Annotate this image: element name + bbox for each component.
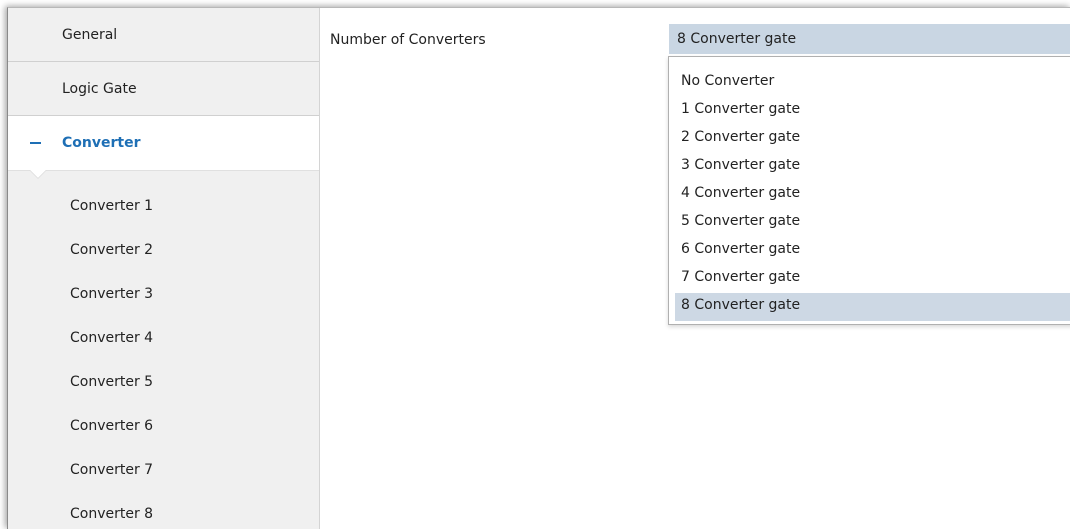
sidebar-subitem-converter-3[interactable]: Converter 3 bbox=[8, 272, 319, 316]
option-7-converter-gate[interactable]: 7 Converter gate bbox=[675, 265, 1070, 293]
sidebar-subitem-converter-7[interactable]: Converter 7 bbox=[8, 448, 319, 492]
sidebar-subitem-label: Converter 8 bbox=[70, 506, 154, 522]
sidebar-subitem-label: Converter 7 bbox=[70, 462, 154, 478]
sidebar-subitem-converter-2[interactable]: Converter 2 bbox=[8, 228, 319, 272]
sidebar-item-label: Converter bbox=[62, 135, 141, 151]
sidebar-subitem-label: Converter 6 bbox=[70, 418, 154, 434]
parameter-window: General Logic Gate Converter Converter 1… bbox=[7, 7, 1070, 529]
sidebar-subitem-label: Converter 2 bbox=[70, 242, 154, 258]
sidebar-subitem-label: Converter 4 bbox=[70, 330, 154, 346]
parameter-panel: Number of Converters 8 Converter gate No… bbox=[320, 8, 1070, 529]
option-label: 6 Converter gate bbox=[681, 241, 801, 257]
sidebar-subitem-label: Converter 1 bbox=[70, 198, 154, 214]
sidebar-item-converter[interactable]: Converter bbox=[8, 116, 319, 170]
minus-icon[interactable] bbox=[30, 142, 41, 144]
sidebar-subitem-label: Converter 3 bbox=[70, 286, 154, 302]
option-3-converter-gate[interactable]: 3 Converter gate bbox=[675, 153, 1070, 181]
option-label: No Converter bbox=[681, 73, 775, 89]
converters-dropdown-list: No Converter 1 Converter gate 2 Converte… bbox=[668, 56, 1070, 325]
option-2-converter-gate[interactable]: 2 Converter gate bbox=[675, 125, 1070, 153]
number-of-converters-select[interactable]: 8 Converter gate bbox=[669, 24, 1070, 54]
sidebar-subitem-converter-8[interactable]: Converter 8 bbox=[8, 492, 319, 529]
option-label: 3 Converter gate bbox=[681, 157, 801, 173]
option-label: 2 Converter gate bbox=[681, 129, 801, 145]
sidebar-subitem-converter-5[interactable]: Converter 5 bbox=[8, 360, 319, 404]
option-1-converter-gate[interactable]: 1 Converter gate bbox=[675, 97, 1070, 125]
option-label: 1 Converter gate bbox=[681, 101, 801, 117]
option-5-converter-gate[interactable]: 5 Converter gate bbox=[675, 209, 1070, 237]
sidebar-item-logic-gate[interactable]: Logic Gate bbox=[8, 62, 319, 116]
sidebar-subitem-converter-1[interactable]: Converter 1 bbox=[8, 184, 319, 228]
sidebar-item-label: Logic Gate bbox=[62, 80, 137, 97]
option-label: 5 Converter gate bbox=[681, 213, 801, 229]
active-pointer-notch bbox=[8, 170, 319, 179]
option-label: 7 Converter gate bbox=[681, 269, 801, 285]
sidebar-subitem-converter-6[interactable]: Converter 6 bbox=[8, 404, 319, 448]
sidebar-item-label: General bbox=[62, 26, 118, 43]
option-label: 8 Converter gate bbox=[681, 297, 801, 313]
selected-value: 8 Converter gate bbox=[677, 31, 797, 47]
option-no-converter[interactable]: No Converter bbox=[675, 69, 1070, 97]
number-of-converters-label: Number of Converters bbox=[330, 32, 486, 48]
sidebar-subitem-label: Converter 5 bbox=[70, 374, 154, 390]
option-label: 4 Converter gate bbox=[681, 185, 801, 201]
sidebar-subitem-converter-4[interactable]: Converter 4 bbox=[8, 316, 319, 360]
option-4-converter-gate[interactable]: 4 Converter gate bbox=[675, 181, 1070, 209]
sidebar-item-general[interactable]: General bbox=[8, 8, 319, 62]
option-6-converter-gate[interactable]: 6 Converter gate bbox=[675, 237, 1070, 265]
option-8-converter-gate[interactable]: 8 Converter gate bbox=[675, 293, 1070, 321]
sidebar: General Logic Gate Converter Converter 1… bbox=[8, 8, 320, 529]
